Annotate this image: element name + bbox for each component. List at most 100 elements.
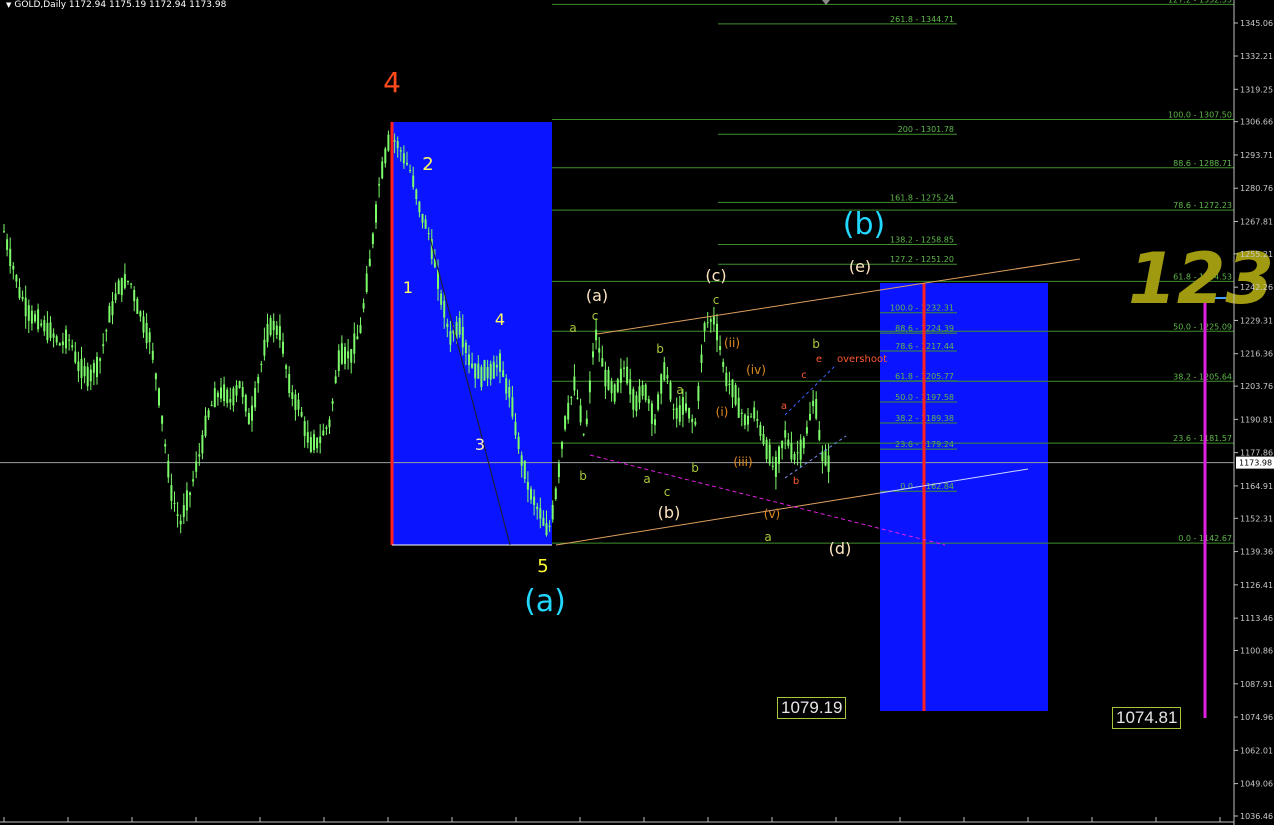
candle-body xyxy=(316,437,319,449)
candle-body xyxy=(499,353,501,372)
candle-body xyxy=(517,436,520,449)
candle-body xyxy=(232,388,235,406)
candle-body xyxy=(362,303,365,309)
candle-body xyxy=(418,201,421,213)
candle-body xyxy=(802,437,805,449)
candle-body xyxy=(564,416,567,430)
candle-body xyxy=(728,383,731,386)
candle-body xyxy=(337,350,340,371)
price-tick-label: 1100.86 xyxy=(1240,647,1273,656)
candle-body xyxy=(58,343,61,346)
candle-body xyxy=(384,148,387,164)
candle-body xyxy=(272,320,275,331)
candle-body xyxy=(471,363,474,368)
candle-body xyxy=(247,412,250,425)
candle-body xyxy=(18,286,21,298)
candle-body xyxy=(768,444,771,464)
candle-body xyxy=(734,385,737,405)
fib-level-label: 261.8 - 1344.71 xyxy=(890,15,954,24)
candle-body xyxy=(588,380,591,393)
candle-body xyxy=(700,354,703,363)
candle-body xyxy=(545,523,548,536)
candle-body xyxy=(725,372,728,387)
candle-body xyxy=(340,343,343,364)
wave-label: (iv) xyxy=(746,363,766,377)
price-tick-label: 1319.25 xyxy=(1240,85,1273,94)
target-price-right: 1074.81 xyxy=(1112,707,1182,729)
wave-label: c xyxy=(664,485,671,499)
candle-body xyxy=(12,265,15,270)
candle-body xyxy=(716,323,718,341)
wave-label: (a) xyxy=(524,584,566,619)
candle-body xyxy=(607,369,610,390)
price-tick-label: 1190.81 xyxy=(1240,415,1273,424)
candle-body xyxy=(52,333,55,338)
candle-body xyxy=(306,432,309,443)
price-tick-label: 1229.31 xyxy=(1240,316,1273,325)
wave-label: a xyxy=(781,401,787,412)
candle-body xyxy=(477,363,480,379)
candle-body xyxy=(49,322,52,339)
candle-body xyxy=(567,402,570,420)
candle-body xyxy=(297,399,300,410)
candle-body xyxy=(774,456,777,477)
fib-level-label: 100.0 - 1307.50 xyxy=(1168,111,1232,120)
candle-body xyxy=(282,341,284,354)
candle-body xyxy=(638,386,641,403)
candle-body xyxy=(151,350,154,360)
candle-body xyxy=(266,323,269,343)
candle-body xyxy=(167,460,170,478)
candle-body xyxy=(393,140,396,142)
candle-body xyxy=(709,319,712,322)
candle-body xyxy=(15,275,18,282)
candle-body xyxy=(650,403,653,424)
price-tick-label: 1332.21 xyxy=(1240,52,1273,61)
candle-body xyxy=(548,525,551,528)
wave-label: a xyxy=(569,321,576,335)
candle-body xyxy=(592,351,594,358)
candle-body xyxy=(582,434,585,436)
price-tick-label: 1293.71 xyxy=(1240,151,1273,160)
candle-body xyxy=(6,239,9,250)
candle-body xyxy=(750,416,753,418)
wave-label-minor: a xyxy=(643,472,650,486)
price-tick-label: 1113.46 xyxy=(1240,614,1273,623)
price-chart[interactable]: 261.8 - 1344.71 200 - 1301.78 161.8 - 1275… xyxy=(0,0,1274,825)
wave-label: 4 xyxy=(383,66,401,99)
candle-body xyxy=(244,394,247,412)
candle-body xyxy=(130,283,133,285)
candle-body xyxy=(207,410,210,418)
fib-level-label: 200 - 1301.78 xyxy=(898,125,954,134)
candle-body xyxy=(387,134,390,151)
candle-body xyxy=(89,369,92,382)
wave-label-minor: a xyxy=(676,383,683,397)
candle-body xyxy=(294,394,297,410)
candle-body xyxy=(421,213,424,223)
fib-level-label: 127.2 - 1251.20 xyxy=(890,255,954,264)
wave-label: (d) xyxy=(829,539,852,558)
candle-body xyxy=(182,505,185,517)
fib-level-label: 100.0 - 1232.31 xyxy=(890,304,954,313)
candle-body xyxy=(406,162,408,165)
candle-body xyxy=(796,452,799,454)
wave-label: (ii) xyxy=(724,336,740,350)
candle-body xyxy=(123,274,126,288)
candle-body xyxy=(681,397,684,415)
candle-body xyxy=(114,293,117,301)
wave-label-minor: a xyxy=(764,530,771,544)
candle-body xyxy=(381,161,384,179)
candle-body xyxy=(198,454,201,457)
target-price-left: 1079.19 xyxy=(777,697,847,719)
candle-body xyxy=(756,419,759,421)
wave-label: (b) xyxy=(843,207,885,242)
candle-body xyxy=(533,496,536,505)
candle-body xyxy=(554,488,557,499)
candle-body xyxy=(204,415,207,436)
candle-body xyxy=(96,356,98,378)
candle-body xyxy=(585,418,588,425)
candle-body xyxy=(111,301,114,316)
candle-body xyxy=(189,492,191,495)
candle-body xyxy=(753,407,756,419)
candle-body xyxy=(34,314,36,322)
candle-body xyxy=(610,381,613,394)
